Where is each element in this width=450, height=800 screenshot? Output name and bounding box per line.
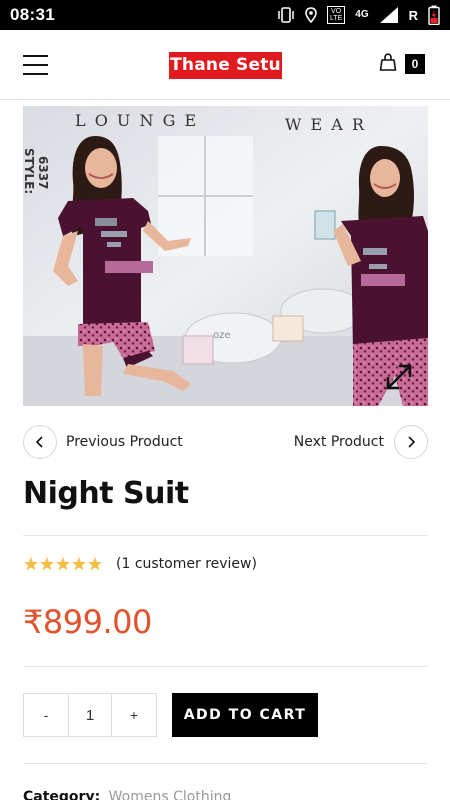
next-product-button[interactable] [394,425,428,459]
menu-icon-line [23,73,48,75]
volte-icon: VO LTE [326,6,346,24]
product-price: ₹899.00 [23,603,152,641]
quantity-stepper: - + [23,693,157,737]
expand-icon [386,364,412,390]
previous-product-link[interactable]: Previous Product [66,425,183,459]
product-photo: oze L O U N G E W E A R STYLE: 6337 [23,106,428,406]
volte-top-text: VO [331,8,342,15]
divider [23,535,428,536]
chevron-left-icon [35,436,43,448]
customer-review-link[interactable]: (1 customer review) [116,556,257,572]
quantity-increase-button[interactable]: + [112,694,156,736]
location-icon [305,7,317,23]
product-navigation: Previous Product Next Product [23,425,428,461]
image-style-number: 6337 [36,156,50,189]
quantity-decrease-button[interactable]: - [24,694,68,736]
previous-product-button[interactable] [23,425,57,459]
signal-icon [379,6,399,24]
site-logo[interactable]: Thane Setu [169,52,282,79]
category-label: Category: [23,789,101,800]
menu-button[interactable] [23,55,48,75]
expand-image-button[interactable] [384,362,414,392]
category-row: Category: Womens Clothing [23,789,231,800]
status-icons: VO LTE 4G R [277,5,440,25]
category-link[interactable]: Womens Clothing [109,789,232,800]
network-type: 4G [355,9,369,20]
divider [23,763,428,764]
chevron-right-icon [408,436,416,448]
next-product-link[interactable]: Next Product [294,425,384,459]
menu-icon-line [23,64,48,66]
rating-row: (1 customer review) [23,552,257,576]
stars-icon [24,557,102,571]
star-rating [23,556,103,572]
battery-icon [428,5,440,25]
image-style-label: STYLE: [23,148,36,194]
quantity-input[interactable] [68,694,112,736]
cart-count-badge: 0 [405,54,425,74]
product-image[interactable]: oze L O U N G E W E A R STYLE: 6337 [23,106,428,406]
vibrate-icon [277,7,295,23]
image-headline-left: L O U N G E [75,111,198,130]
roaming-indicator: R [408,7,418,23]
status-time: 08:31 [10,5,55,24]
product-title: Night Suit [23,476,189,511]
pillow-text: oze [213,330,231,341]
menu-icon-line [23,55,48,57]
volte-bottom-text: LTE [329,15,343,22]
cart-button[interactable]: 0 [379,52,425,76]
status-bar: 08:31 VO LTE 4G R [0,0,450,30]
add-to-cart-button[interactable]: ADD TO CART [172,693,318,737]
divider [23,666,428,667]
site-header: Thane Setu 0 [0,30,450,100]
shopping-bag-icon [379,52,397,76]
image-headline-right: W E A R [285,115,366,134]
